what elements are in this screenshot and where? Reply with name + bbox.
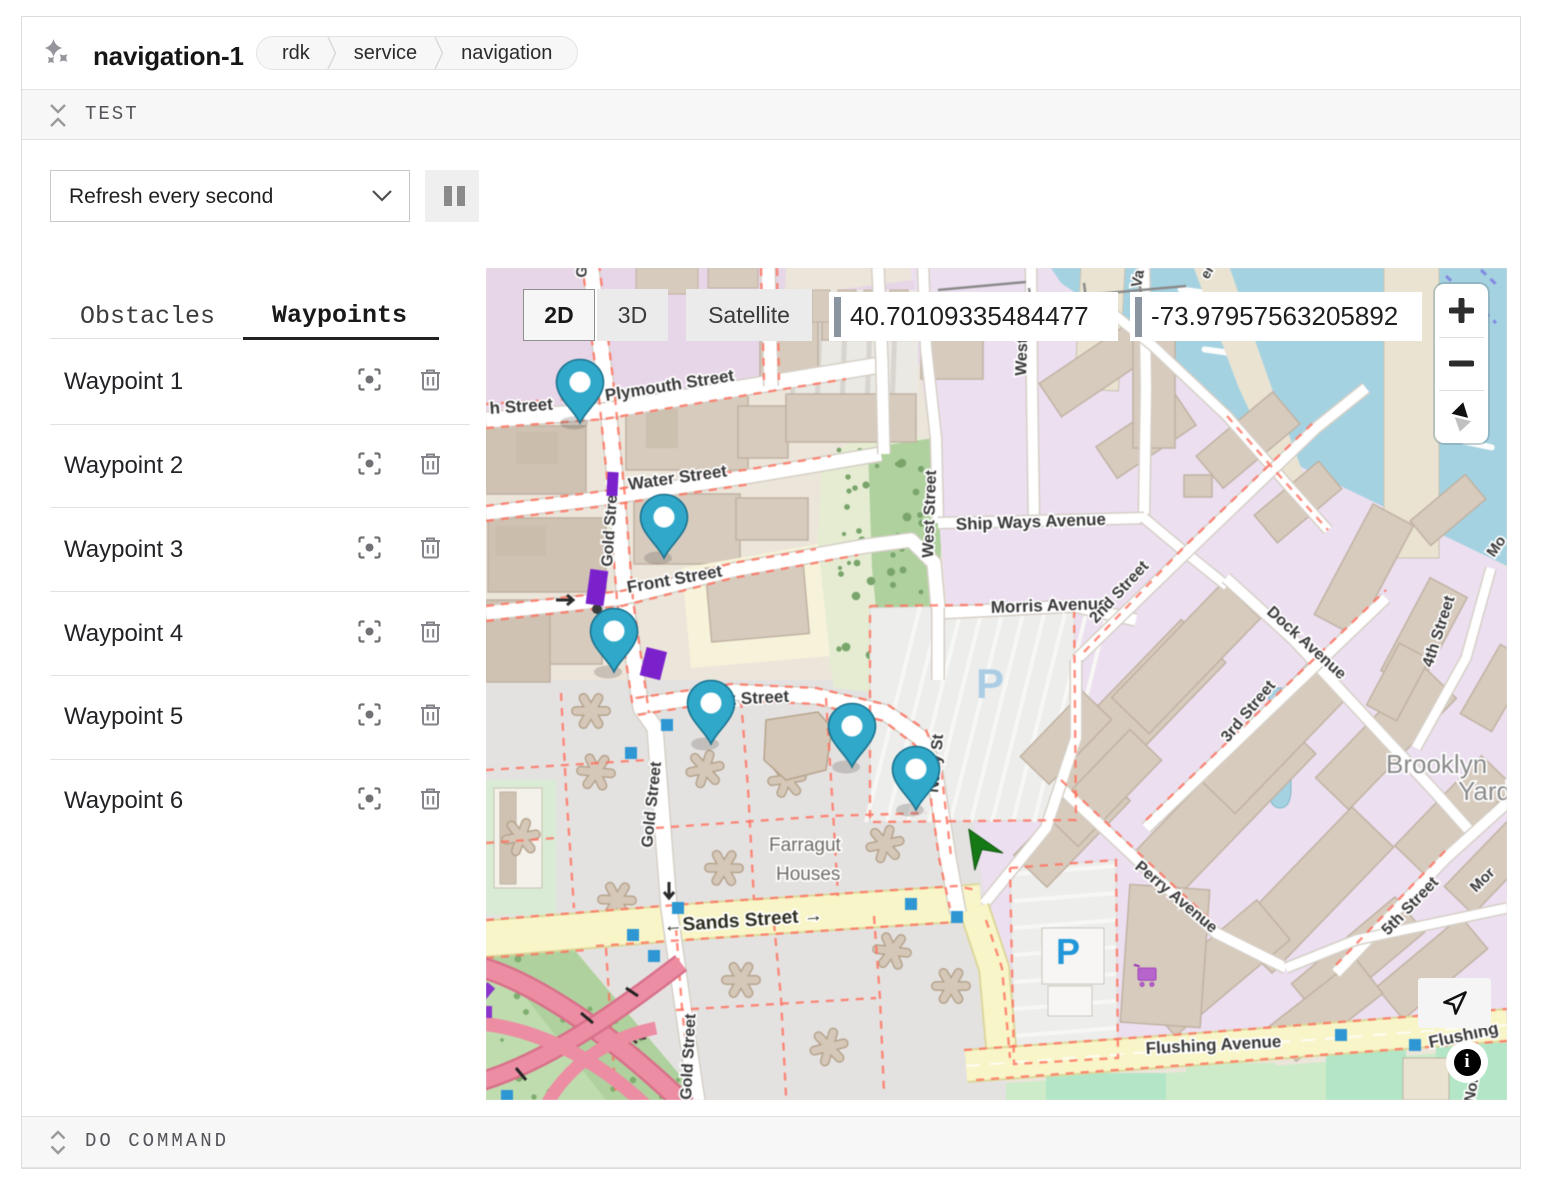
svg-text:West Street: West Street	[920, 469, 940, 558]
svg-text:P: P	[1056, 931, 1080, 972]
svg-text:P: P	[976, 660, 1004, 707]
svg-text:Houses: Houses	[776, 864, 840, 885]
svg-text:Go: Go	[573, 268, 592, 278]
svg-text:Farragut: Farragut	[769, 835, 842, 856]
svg-text:k Street: k Street	[726, 687, 790, 709]
svg-text:Brooklyn: Brooklyn	[1386, 749, 1487, 779]
svg-text:Va: Va	[1128, 268, 1148, 289]
svg-text:West: West	[1013, 337, 1031, 376]
svg-text:Yard: Yard	[1458, 776, 1507, 806]
